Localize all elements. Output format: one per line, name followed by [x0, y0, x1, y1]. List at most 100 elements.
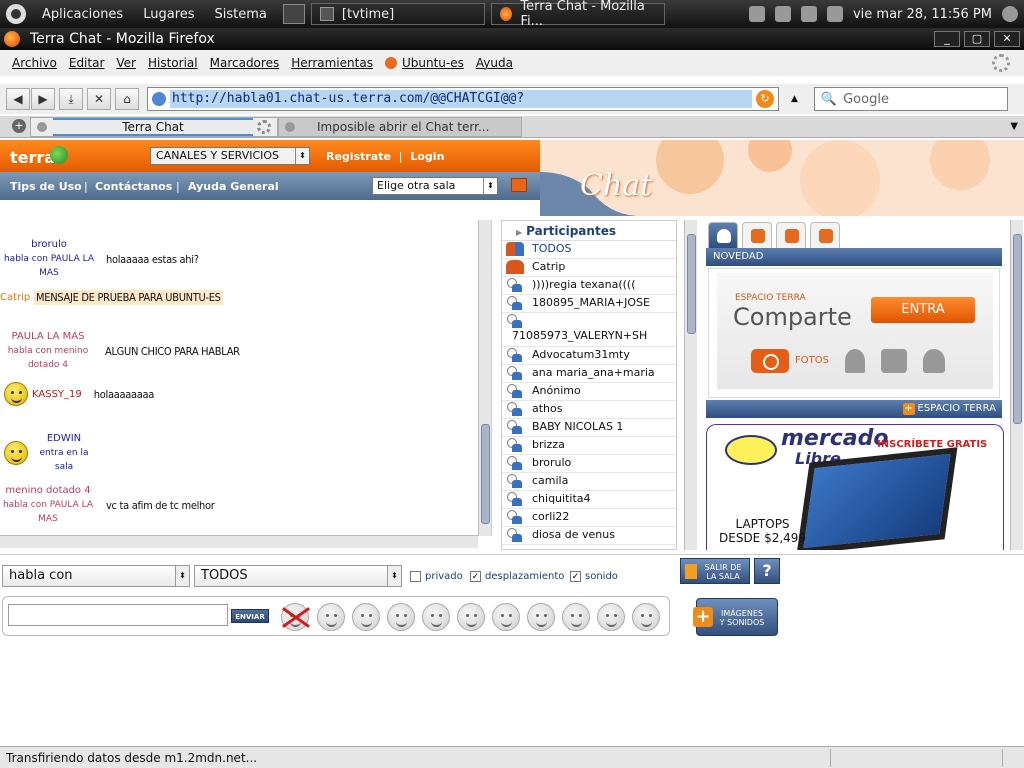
checkbox-checked[interactable]: ✓ — [470, 571, 481, 582]
grin-icon[interactable] — [352, 603, 380, 631]
tab-fotos[interactable] — [742, 222, 772, 248]
participant-item[interactable]: corli22 — [502, 509, 676, 527]
chat-scrollbar[interactable] — [478, 220, 491, 536]
home-button[interactable]: ⌂ — [115, 88, 139, 110]
url-text[interactable]: http://habla01.chat-us.terra.com/@@CHATC… — [170, 90, 752, 108]
checkbox-checked[interactable]: ✓ — [570, 571, 581, 582]
tongue-icon[interactable] — [492, 603, 520, 631]
dropdown-icon[interactable]: ▲ — [791, 94, 798, 104]
back-button[interactable]: ◀ — [6, 88, 30, 110]
happy-icon[interactable] — [457, 603, 485, 631]
privado-checkbox[interactable]: privado — [410, 571, 463, 582]
message-nick[interactable]: Catrip — [0, 291, 30, 305]
gnome-foot-icon[interactable] — [6, 4, 26, 24]
scroll-thumb[interactable] — [687, 234, 696, 334]
no-emoticon-icon[interactable] — [281, 603, 310, 631]
participant-item[interactable]: diosa de venus — [502, 527, 676, 545]
message-nick[interactable]: EDWIN — [32, 432, 96, 446]
volume-icon[interactable] — [826, 6, 843, 22]
close-tab-icon[interactable] — [285, 121, 295, 132]
espacio-terra-bar[interactable]: + ESPACIO TERRA — [706, 400, 1002, 418]
search-box[interactable]: 🔍 Google — [813, 87, 1008, 111]
power-icon[interactable] — [1002, 6, 1018, 22]
tab-video[interactable] — [810, 222, 840, 248]
menu-ver[interactable]: Ver — [110, 56, 142, 70]
menu-editar[interactable]: Editar — [63, 56, 111, 70]
habla-con-select[interactable]: habla con ⬍ — [2, 565, 190, 587]
maximize-button[interactable]: ▢ — [964, 31, 990, 47]
shy-icon[interactable] — [562, 603, 590, 631]
message-nick[interactable]: KASSY_19 — [32, 389, 82, 400]
registrate-link[interactable]: Registrate — [326, 150, 391, 163]
espacio-terra-banner[interactable]: ESPACIO TERRA Comparte ENTRA FOTOS — [717, 273, 993, 389]
canales-select[interactable]: CANALES Y SERVICIOS ⬍ — [150, 147, 310, 165]
close-tab-icon[interactable] — [37, 121, 47, 132]
participant-item[interactable]: ))))regia texana(((( — [502, 277, 676, 295]
help-button[interactable]: ? — [754, 558, 780, 584]
tab-terra-chat[interactable]: Terra Chat — [30, 116, 278, 137]
url-bar[interactable]: http://habla01.chat-us.terra.com/@@CHATC… — [147, 87, 779, 111]
participant-item[interactable]: 180895_MARIA+JOSE — [502, 295, 676, 313]
page-scrollbar[interactable] — [1010, 220, 1023, 550]
participant-item[interactable]: brorulo — [502, 455, 676, 473]
terra-logo[interactable]: terra — [10, 148, 55, 167]
terminal-launcher-icon[interactable] — [282, 4, 305, 24]
participant-item[interactable]: Anónimo — [502, 383, 676, 401]
menu-aplicaciones[interactable]: Aplicaciones — [32, 7, 133, 22]
ml-inscribete[interactable]: INSCRÍBETE GRATIS — [877, 439, 987, 450]
menu-ubuntu-es[interactable]: Ubuntu-es — [379, 56, 470, 70]
scroll-thumb[interactable] — [481, 424, 490, 524]
forward-button[interactable]: ▶ — [31, 88, 55, 110]
tab-sms[interactable] — [776, 222, 806, 248]
kiss-icon[interactable] — [422, 603, 450, 631]
smile-icon[interactable] — [317, 603, 345, 631]
scroll-thumb[interactable] — [1013, 234, 1022, 424]
network-icon[interactable] — [774, 6, 791, 22]
surprised-icon[interactable] — [387, 603, 415, 631]
participant-item[interactable]: brizza — [502, 437, 676, 455]
menu-historial[interactable]: Historial — [142, 56, 204, 70]
tab-list-icon[interactable]: ▼ — [1010, 121, 1018, 132]
participant-item[interactable]: BABY NICOLAS 1 — [502, 419, 676, 437]
target-select[interactable]: TODOS ⬍ — [194, 565, 402, 587]
menu-sistema[interactable]: Sistema — [205, 7, 277, 22]
menu-lugares[interactable]: Lugares — [133, 7, 204, 22]
contactanos-link[interactable]: Contáctanos — [95, 180, 172, 193]
mercadolibre-ad[interactable]: mercado Libre INSCRÍBETE GRATIS LAPTOPS … — [706, 424, 1004, 550]
menu-marcadores[interactable]: Marcadores — [204, 56, 286, 70]
task-tvtime[interactable]: [tvtime] — [310, 3, 485, 25]
tab-usuario[interactable] — [708, 222, 738, 248]
bluetooth-icon[interactable] — [748, 6, 765, 22]
message-nick[interactable]: PAULA LA MAS — [0, 330, 96, 344]
participant-item[interactable]: chiquitita4 — [502, 491, 676, 509]
task-firefox[interactable]: Terra Chat - Mozilla Fi... — [490, 0, 665, 29]
chat-hscrollbar[interactable] — [0, 535, 478, 548]
new-tab-icon[interactable]: + — [12, 119, 26, 133]
angry-icon[interactable] — [527, 603, 555, 631]
menu-herramientas[interactable]: Herramientas — [285, 56, 379, 70]
enviar-button[interactable]: ENVIAR — [231, 609, 269, 623]
participant-item[interactable]: Catrip — [502, 259, 676, 277]
participant-item[interactable]: 71085973_VALERYN+SH — [502, 313, 676, 347]
tab-imposible[interactable]: Imposible abrir el Chat terr... — [278, 116, 522, 137]
entra-button[interactable]: ENTRA — [871, 297, 975, 323]
participant-item[interactable]: ana maria_ana+maria — [502, 365, 676, 383]
close-button[interactable]: ✕ — [994, 31, 1020, 47]
sonido-checkbox[interactable]: ✓ sonido — [570, 571, 618, 582]
desplazamiento-checkbox[interactable]: ✓ desplazamiento — [470, 571, 564, 582]
participant-item[interactable]: camila — [502, 473, 676, 491]
minimize-button[interactable]: _ — [934, 31, 960, 47]
participant-item[interactable]: Advocatum31mty — [502, 347, 676, 365]
participant-item[interactable]: athos — [502, 401, 676, 419]
sleepy-icon[interactable] — [597, 603, 625, 631]
imagenes-sonidos-button[interactable]: + IMÁGENES Y SONIDOS — [693, 598, 778, 636]
go-sala-button[interactable] — [511, 178, 527, 192]
sala-select[interactable]: Elige otra sala ⬍ — [372, 177, 498, 195]
message-input[interactable] — [8, 604, 228, 626]
go-button[interactable]: ↻ — [756, 90, 774, 108]
message-nick[interactable]: menino dotado 4 — [0, 484, 96, 498]
login-link[interactable]: Login — [410, 150, 444, 163]
download-icon[interactable]: ⤓ — [59, 88, 83, 110]
tips-link[interactable]: Tips de Uso — [10, 180, 82, 193]
menu-ayuda[interactable]: Ayuda — [470, 56, 519, 70]
